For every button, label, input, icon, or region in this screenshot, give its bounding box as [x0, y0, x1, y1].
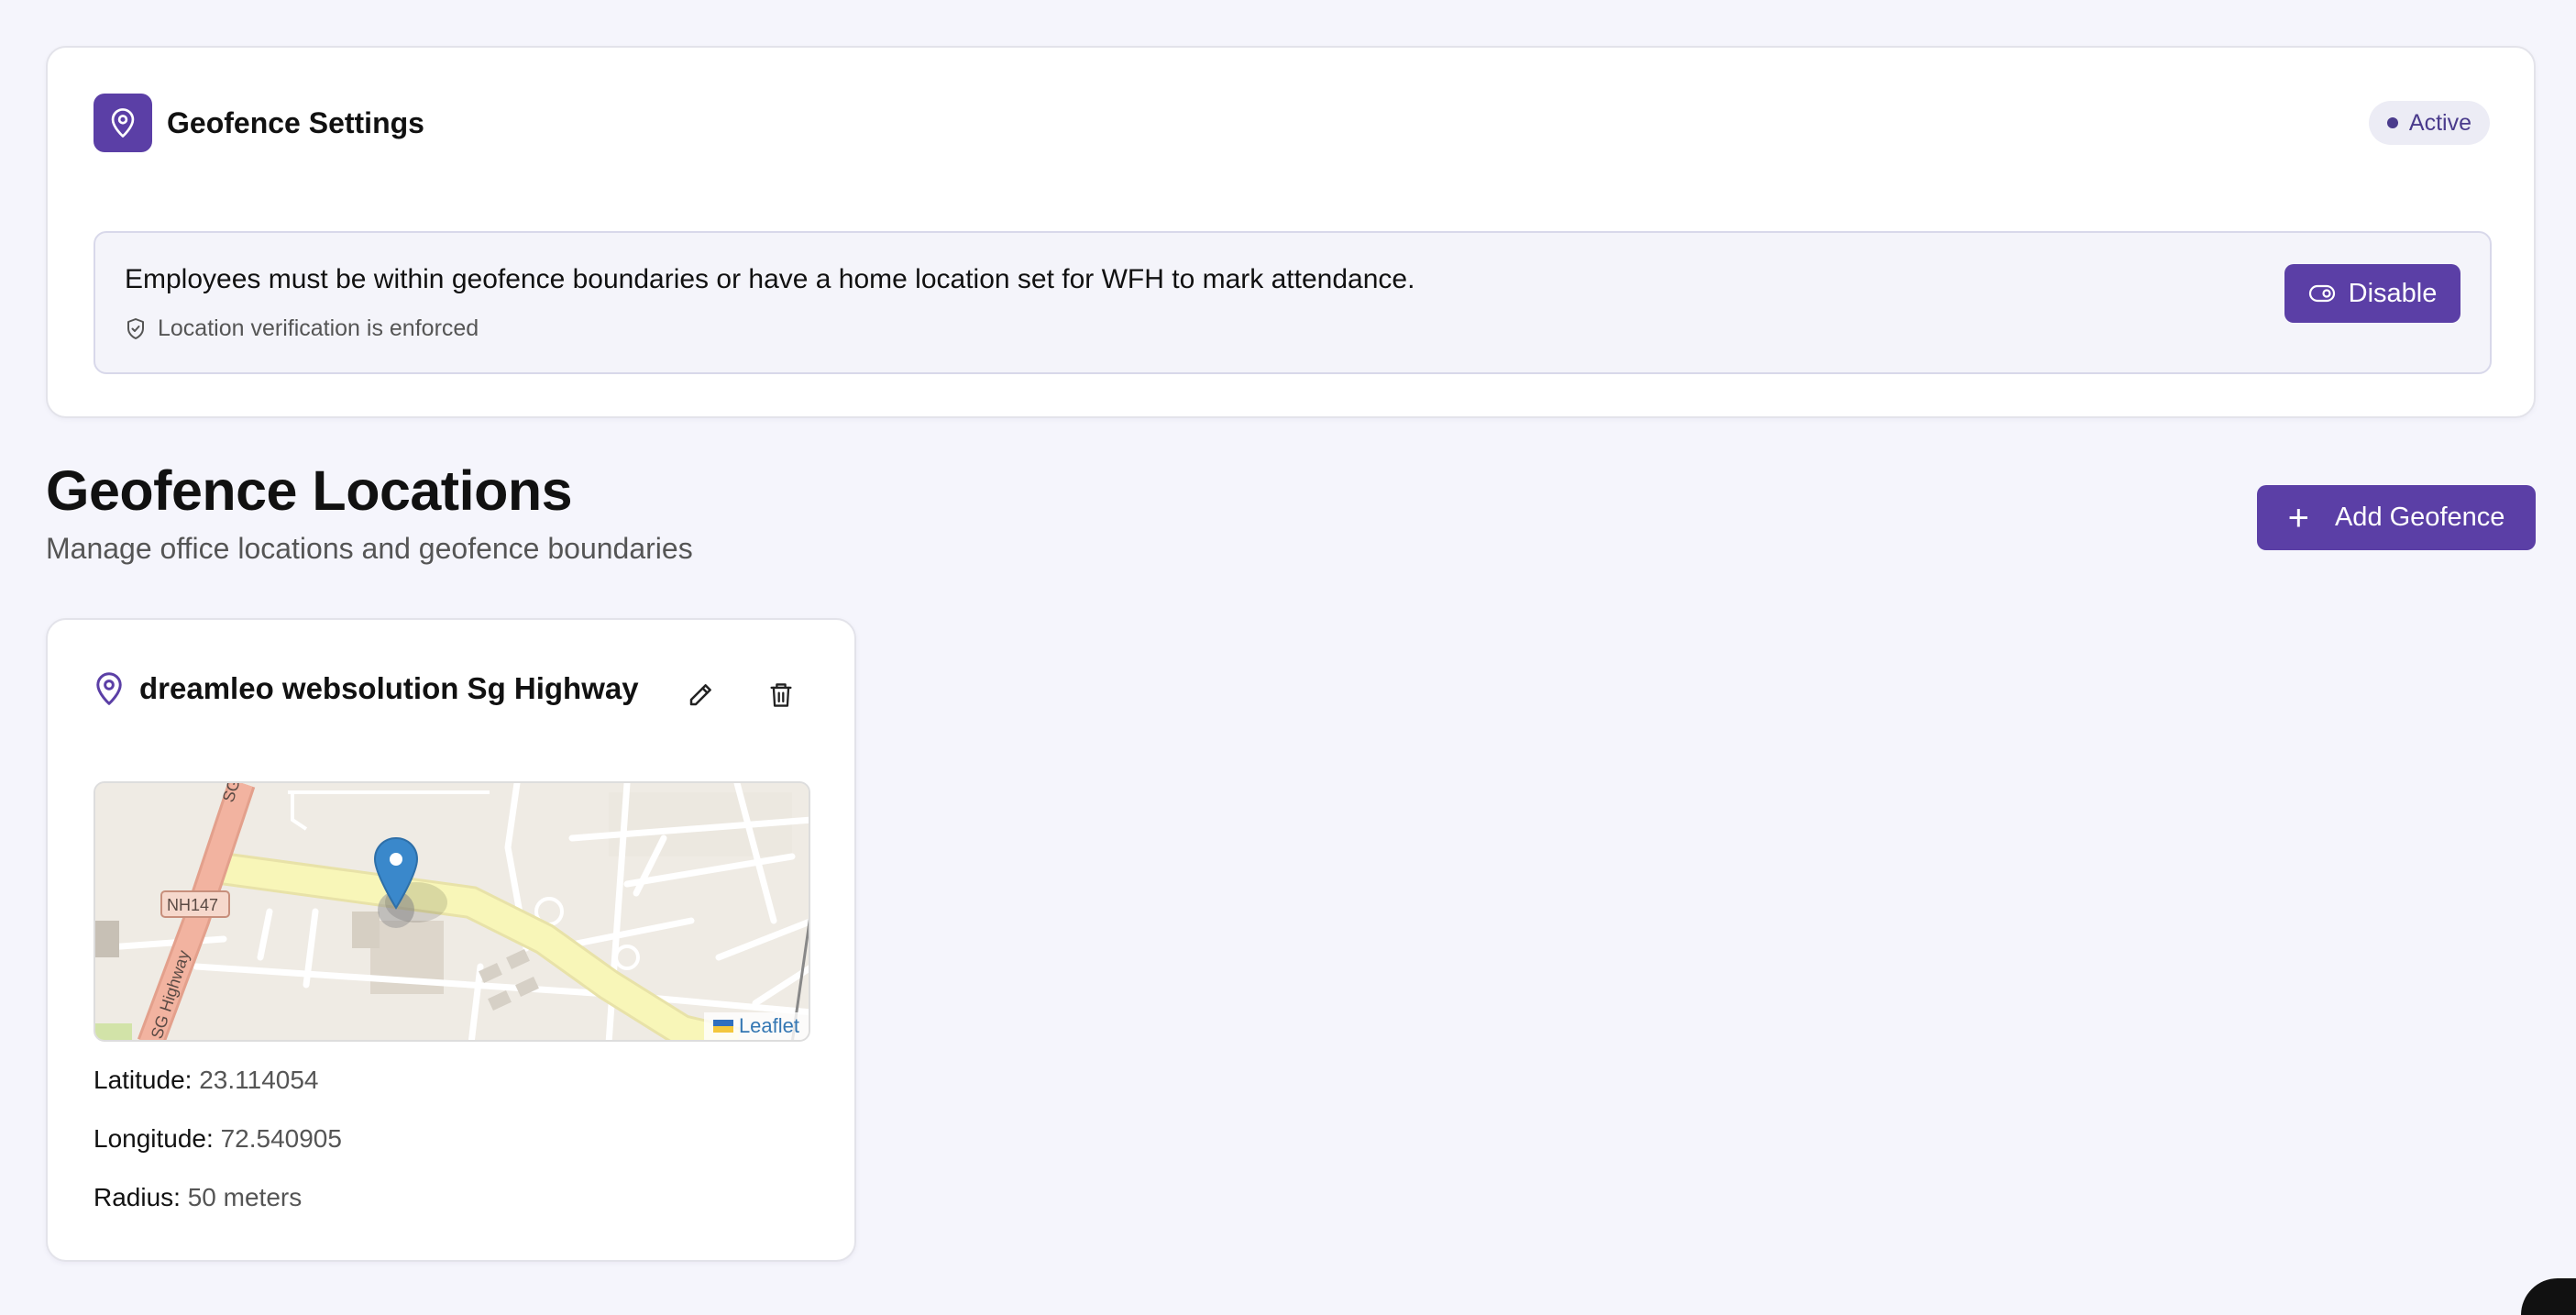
settings-title: Geofence Settings — [167, 105, 424, 139]
location-card: dreamleo websolution Sg Highway NH147 SG… — [46, 618, 856, 1262]
enforced-label: Location verification is enforced — [158, 315, 479, 341]
shield-check-icon — [125, 317, 147, 341]
attribution-link[interactable]: Leaflet — [739, 1014, 799, 1038]
map-road-label-nh147: NH147 — [167, 896, 218, 914]
add-geofence-label: Add Geofence — [2334, 503, 2505, 532]
radius-row: Radius: 50 meters — [94, 1183, 302, 1212]
location-name: dreamleo websolution Sg Highway — [139, 671, 639, 705]
edit-location-button[interactable] — [680, 675, 721, 715]
radius-label: Radius: — [94, 1183, 188, 1211]
location-header: dreamleo websolution Sg Highway — [94, 671, 639, 706]
latitude-value: 23.114054 — [199, 1066, 319, 1094]
settings-header: Geofence Settings — [94, 94, 424, 152]
status-dot — [2386, 117, 2398, 128]
plus-icon: + — [2287, 497, 2309, 538]
map-pin-icon — [94, 94, 152, 152]
map-tiles: SG Hig NH147 SG Highway — [95, 783, 809, 1040]
longitude-label: Longitude: — [94, 1124, 221, 1153]
pencil-icon — [687, 681, 714, 709]
marker-icon[interactable] — [372, 836, 420, 914]
trash-icon — [768, 681, 794, 709]
disable-label: Disable — [2348, 278, 2438, 308]
enforced-status: Location verification is enforced — [125, 315, 479, 342]
latitude-row: Latitude: 23.114054 — [94, 1066, 318, 1095]
latitude-label: Latitude: — [94, 1066, 200, 1094]
map-pin-icon — [94, 671, 125, 706]
add-geofence-button[interactable]: + Add Geofence — [2257, 485, 2536, 550]
geofence-notice: Employees must be within geofence bounda… — [94, 231, 2492, 374]
notice-text: Employees must be within geofence bounda… — [125, 264, 1415, 294]
radius-value: 50 meters — [187, 1183, 303, 1211]
toggle-icon — [2308, 284, 2336, 303]
disable-button[interactable]: Disable — [2284, 264, 2460, 323]
status-badge: Active — [2368, 101, 2490, 145]
flag-icon — [712, 1020, 733, 1033]
page: Geofence Settings Active Employees must … — [0, 0, 2576, 1315]
longitude-value: 72.540905 — [220, 1124, 342, 1153]
longitude-row: Longitude: 72.540905 — [94, 1124, 342, 1154]
location-map[interactable]: SG Hig NH147 SG Highway Leaflet — [94, 781, 810, 1042]
page-title: Geofence Locations — [46, 459, 573, 522]
page-subtitle: Manage office locations and geofence bou… — [46, 532, 693, 565]
delete-location-button[interactable] — [761, 675, 801, 715]
window-corner — [2521, 1278, 2576, 1315]
status-label: Active — [2408, 109, 2471, 136]
geofence-settings-card: Geofence Settings Active Employees must … — [46, 46, 2536, 418]
map-attribution[interactable]: Leaflet — [703, 1012, 809, 1040]
